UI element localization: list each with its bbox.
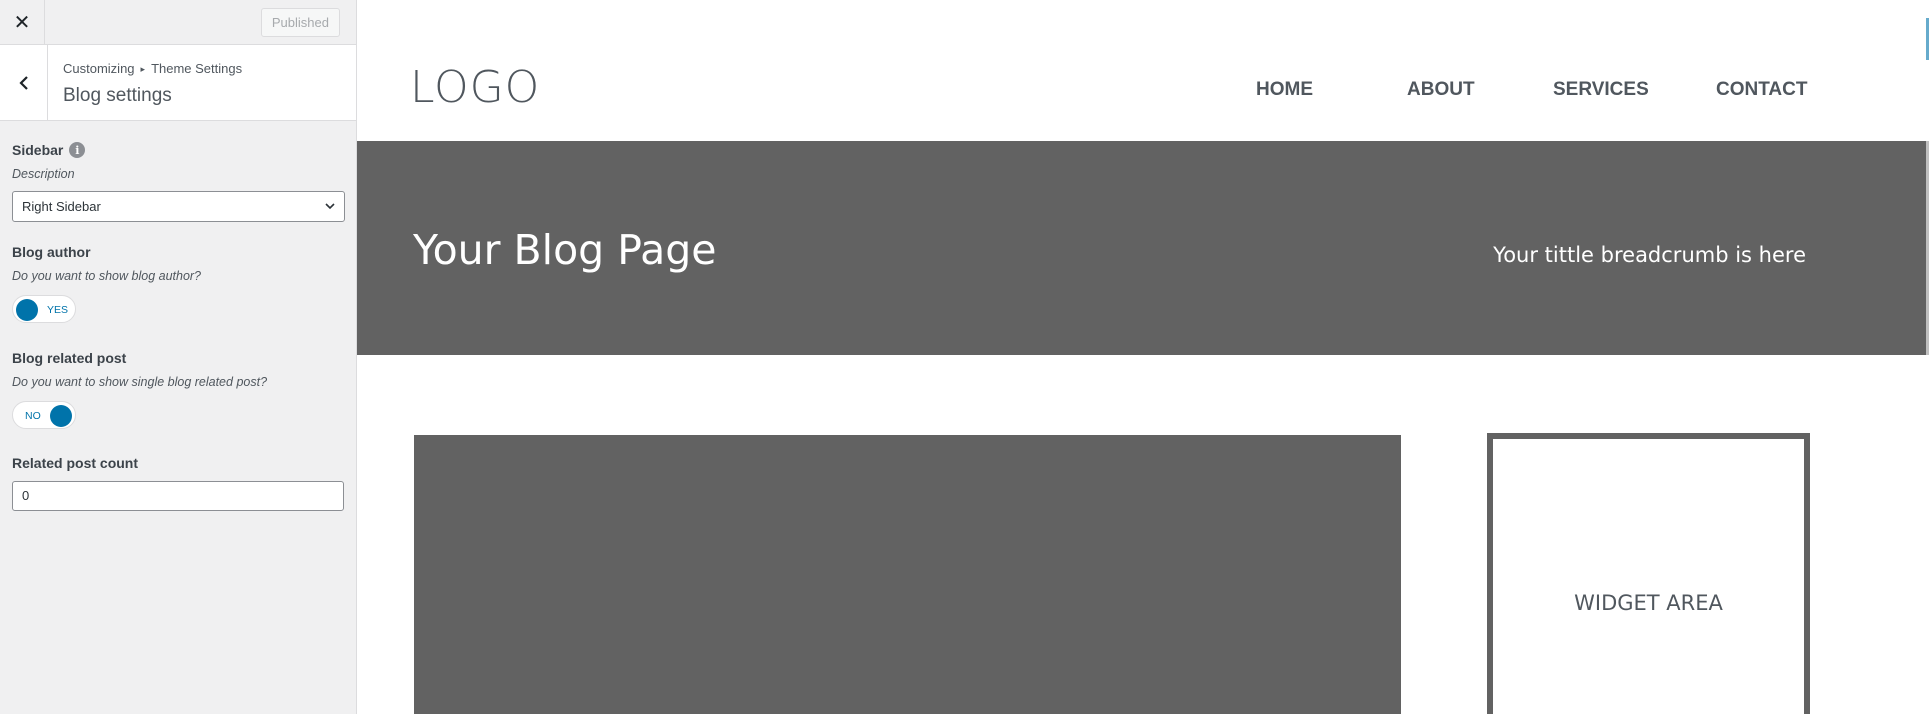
sidebar-select-value: Right Sidebar: [22, 199, 101, 214]
control-related-count: Related post count 0: [12, 455, 344, 511]
customizer-sidebar: ✕ Published Customizing ▸ Theme Settings B…: [0, 0, 357, 714]
toggle-knob: [50, 405, 72, 427]
hero-breadcrumb: Your tittle breadcrumb is here: [1493, 243, 1806, 267]
blog-author-label: Blog author: [12, 244, 91, 260]
page-title: Your Blog Page: [413, 226, 717, 274]
related-post-description: Do you want to show single blog related …: [12, 375, 268, 389]
widget-area-label: WIDGET AREA: [1574, 591, 1723, 615]
close-customizer-button[interactable]: ✕: [0, 0, 45, 45]
info-icon[interactable]: i: [69, 142, 86, 158]
controls-list: Sidebar i Description Right Sidebar Blog…: [0, 142, 356, 511]
close-icon: ✕: [13, 12, 31, 34]
breadcrumb-root: Customizing: [63, 61, 135, 76]
page-hero: Your Blog Page Your tittle breadcrumb is…: [357, 141, 1929, 355]
sidebar-description: Description: [12, 167, 75, 181]
site-preview: LOGO HOME ABOUT SERVICES CONTACT Your Bl…: [357, 0, 1929, 714]
site-logo[interactable]: LOGO: [410, 62, 540, 113]
related-post-toggle[interactable]: NO: [12, 401, 76, 429]
control-blog-author: Blog author Do you want to show blog aut…: [12, 244, 344, 323]
customizer-topbar: ✕ Published: [0, 0, 356, 45]
sidebar-label: Sidebar: [12, 142, 64, 158]
section-title: Blog settings: [63, 85, 172, 106]
toggle-knob: [16, 299, 38, 321]
sidebar-select[interactable]: Right Sidebar: [12, 191, 345, 222]
blog-author-toggle[interactable]: YES: [12, 295, 76, 323]
chevron-down-icon: [325, 203, 335, 210]
breadcrumb: Customizing ▸ Theme Settings: [63, 61, 242, 76]
blog-author-description: Do you want to show blog author?: [12, 269, 202, 283]
nav-contact[interactable]: CONTACT: [1716, 79, 1807, 101]
nav-about[interactable]: ABOUT: [1407, 79, 1475, 101]
related-count-input[interactable]: 0: [12, 481, 344, 511]
toggle-state-text: YES: [47, 304, 69, 316]
control-sidebar: Sidebar i Description Right Sidebar: [12, 142, 345, 222]
control-related-post: Blog related post Do you want to show si…: [12, 350, 344, 429]
section-header: Customizing ▸ Theme Settings Blog settings: [0, 45, 356, 121]
related-count-label: Related post count: [12, 455, 139, 471]
widget-area: WIDGET AREA: [1487, 433, 1810, 714]
content-placeholder: [414, 435, 1401, 714]
publish-button[interactable]: Published: [260, 8, 340, 37]
toggle-state-text: NO: [25, 410, 41, 422]
breadcrumb-parent: Theme Settings: [151, 61, 243, 76]
site-header: LOGO HOME ABOUT SERVICES CONTACT: [357, 0, 1929, 141]
nav-home[interactable]: HOME: [1256, 79, 1313, 101]
breadcrumb-separator: ▸: [140, 64, 146, 74]
related-post-label: Blog related post: [12, 350, 127, 366]
chevron-left-icon: [18, 76, 28, 90]
back-button[interactable]: [0, 45, 48, 121]
nav-services[interactable]: SERVICES: [1553, 79, 1649, 101]
